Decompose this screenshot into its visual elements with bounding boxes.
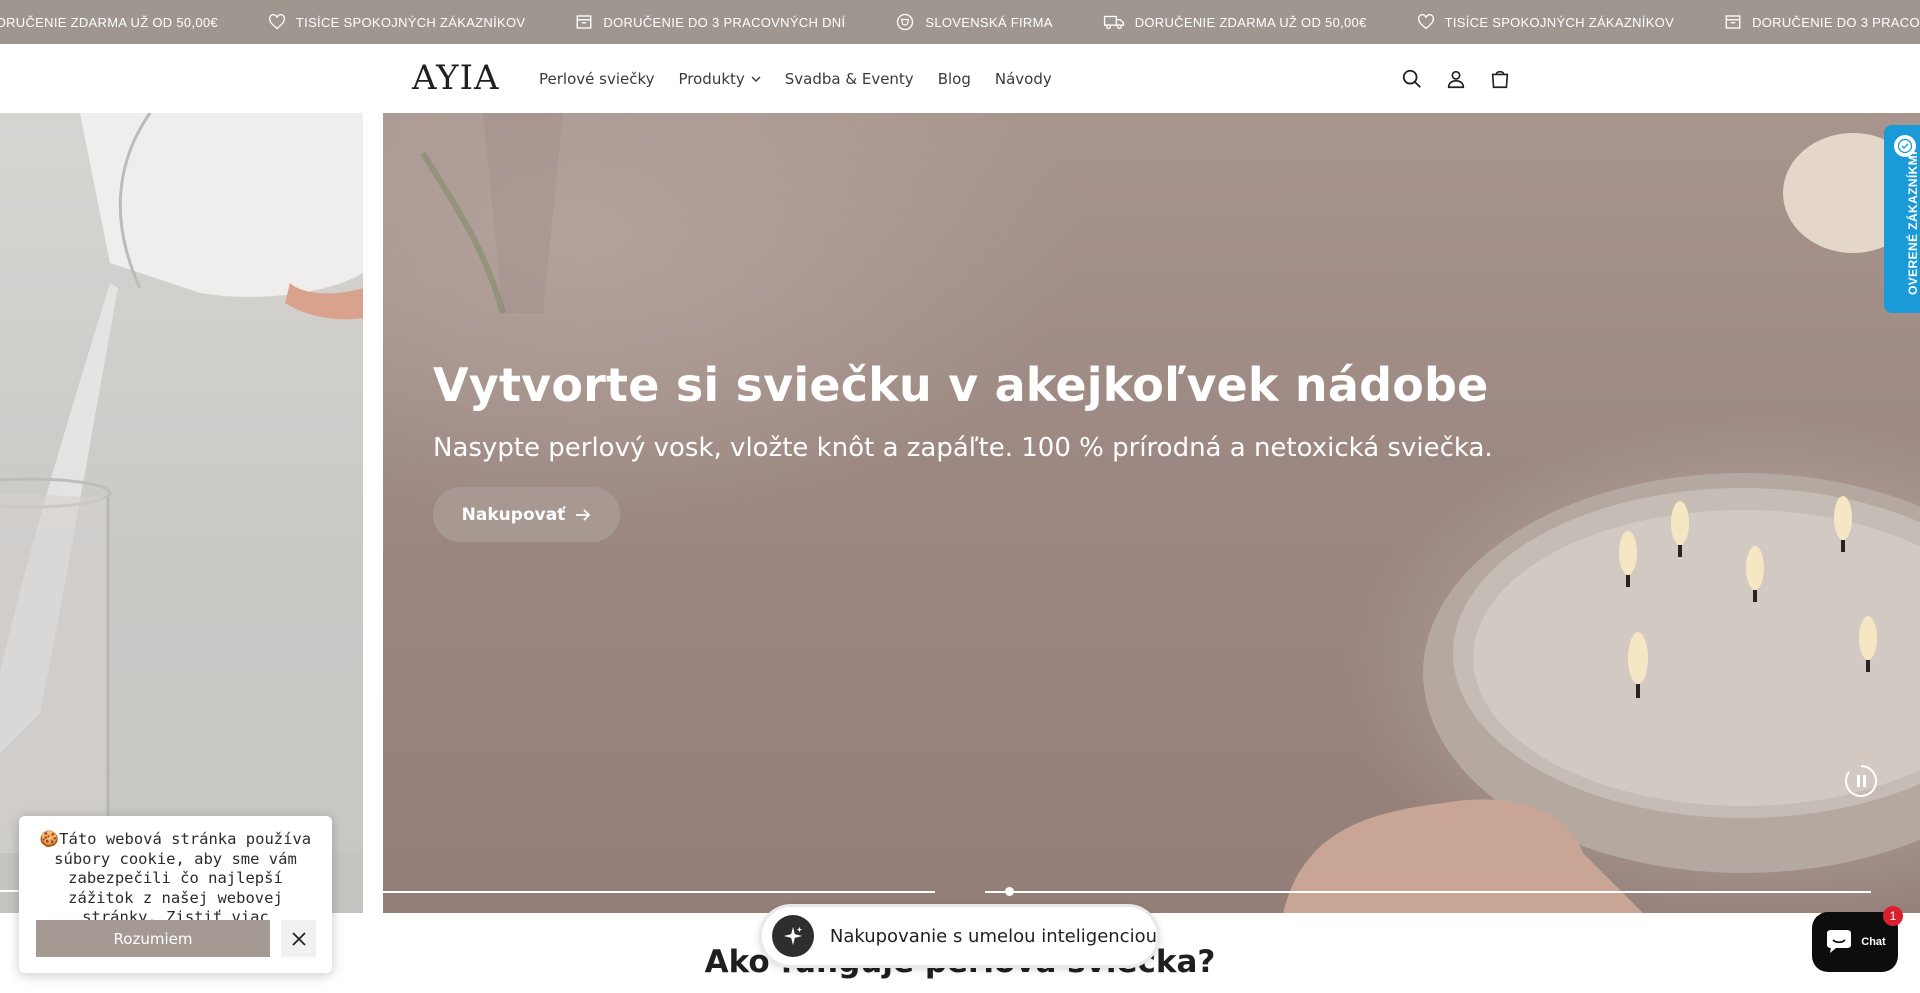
announcement-text: DORUČENIE ZDARMA UŽ OD 50,00€	[1134, 14, 1367, 30]
account-button[interactable]	[1434, 57, 1478, 101]
announcement-text: DORUČENIE DO 3 PRACOVNÝCH DNÍ	[603, 14, 846, 30]
announcement-text: TISÍCE SPOKOJNÝCH ZÁKAZNÍKOV	[295, 14, 526, 30]
heart-icon	[1417, 14, 1434, 30]
chat-label: Chat	[1861, 936, 1886, 948]
main-nav: Perlové sviečky Produkty Svadba & Eventy…	[539, 44, 1076, 113]
pouring-wax-image	[0, 113, 363, 913]
announcement-bar: DORUČENIE ZDARMA UŽ OD 50,00€ TISÍCE SPO…	[0, 0, 1920, 44]
arrow-right-icon	[576, 508, 591, 521]
truck-icon	[1103, 15, 1124, 30]
flag-badge-icon	[897, 13, 914, 31]
site-header: AYIA Perlové sviečky Produkty Svadba & E…	[0, 44, 1920, 113]
announcement-item: SLOVENSKÁ FIRMA	[895, 12, 1052, 32]
nav-item-perlove-sviecky[interactable]: Perlové sviečky	[539, 70, 655, 88]
announcement-item: DORUČENIE ZDARMA UŽ OD 50,00€	[0, 15, 218, 30]
cookie-banner: 🍪Táto webová stránka používa súbory cook…	[19, 816, 332, 973]
sparkle-icon	[772, 915, 814, 957]
cookie-accept-button[interactable]: Rozumiem	[36, 920, 270, 957]
account-icon	[1447, 70, 1465, 88]
search-button[interactable]	[1390, 57, 1434, 101]
announcement-text: SLOVENSKÁ FIRMA	[925, 14, 1053, 30]
shop-now-button[interactable]: Nakupovať	[433, 487, 620, 542]
nav-item-label: Produkty	[678, 69, 745, 88]
hero-subtitle: Nasypte perlový vosk, vložte knôt a zapá…	[433, 433, 1493, 463]
announcement-text: DORUČENIE ZDARMA UŽ OD 50,00€	[0, 14, 218, 30]
hero-title: Vytvorte si sviečku v akejkoľvek nádobe	[433, 358, 1489, 412]
cookie-message: 🍪Táto webová stránka používa súbory cook…	[35, 830, 316, 928]
nav-item-svadba-eventy[interactable]: Svadba & Eventy	[785, 70, 914, 88]
nav-item-blog[interactable]: Blog	[938, 70, 971, 88]
hero-slide: Vytvorte si sviečku v akejkoľvek nádobe …	[383, 113, 1920, 913]
announcement-item: TISÍCE SPOKOJNÝCH ZÁKAZNÍKOV	[1417, 14, 1674, 30]
nav-item-navody[interactable]: Návody	[995, 70, 1052, 88]
nav-item-label: Návody	[994, 69, 1052, 88]
slideshow-progress-left	[383, 891, 935, 893]
verified-reviews-tab[interactable]: OVERENÉ ZÁKAZNÍKMI	[1884, 125, 1920, 313]
pause-icon	[1845, 765, 1877, 797]
nav-item-label: Perlové sviečky	[539, 69, 655, 88]
chat-bubble-icon	[1827, 930, 1852, 953]
slideshow-pause-button[interactable]	[1843, 763, 1879, 799]
chevron-down-icon	[751, 76, 761, 82]
hero-previous-slide	[0, 113, 363, 913]
heart-icon	[268, 14, 285, 30]
cookie-close-button[interactable]	[281, 920, 316, 957]
cart-button[interactable]	[1478, 57, 1522, 101]
box-icon	[576, 15, 592, 29]
announcement-item: DORUČENIE ZDARMA UŽ OD 50,00€	[1103, 14, 1367, 30]
cookie-emoji-icon: 🍪	[39, 830, 60, 848]
box-icon	[1725, 15, 1741, 29]
search-icon	[1402, 69, 1421, 88]
chat-unread-badge: 1	[1883, 906, 1903, 926]
announcement-item: TISÍCE SPOKOJNÝCH ZÁKAZNÍKOV	[268, 14, 525, 30]
announcement-text: TISÍCE SPOKOJNÝCH ZÁKAZNÍKOV	[1444, 14, 1675, 30]
shop-now-label: Nakupovať	[461, 504, 566, 525]
ai-shopping-label: Nakupovanie s umelou inteligenciou	[829, 925, 1157, 947]
ai-shopping-button[interactable]: Nakupovanie s umelou inteligenciou	[762, 907, 1157, 965]
site-logo[interactable]: AYIA	[412, 58, 500, 98]
close-icon	[291, 931, 306, 946]
slideshow-progress-dot[interactable]	[1005, 887, 1014, 896]
announcement-item: DORUČENIE DO 3 PRACOVNÝCH DNÍ	[1724, 13, 1920, 31]
announcement-text: DORUČENIE DO 3 PRACOVNÝCH DNÍ	[1752, 14, 1920, 30]
cookie-accept-label: Rozumiem	[113, 929, 193, 948]
nav-item-label: Svadba & Eventy	[784, 69, 914, 88]
header-actions	[1390, 44, 1522, 113]
announcement-item: DORUČENIE DO 3 PRACOVNÝCH DNÍ	[575, 13, 845, 31]
slideshow-progress-right	[985, 891, 1871, 893]
nav-item-label: Blog	[937, 69, 971, 88]
cart-icon	[1491, 70, 1509, 88]
announcement-track: DORUČENIE ZDARMA UŽ OD 50,00€ TISÍCE SPO…	[0, 0, 1920, 44]
nav-item-produkty[interactable]: Produkty	[679, 70, 761, 88]
verified-reviews-label: OVERENÉ ZÁKAZNÍKMI	[1906, 151, 1920, 295]
